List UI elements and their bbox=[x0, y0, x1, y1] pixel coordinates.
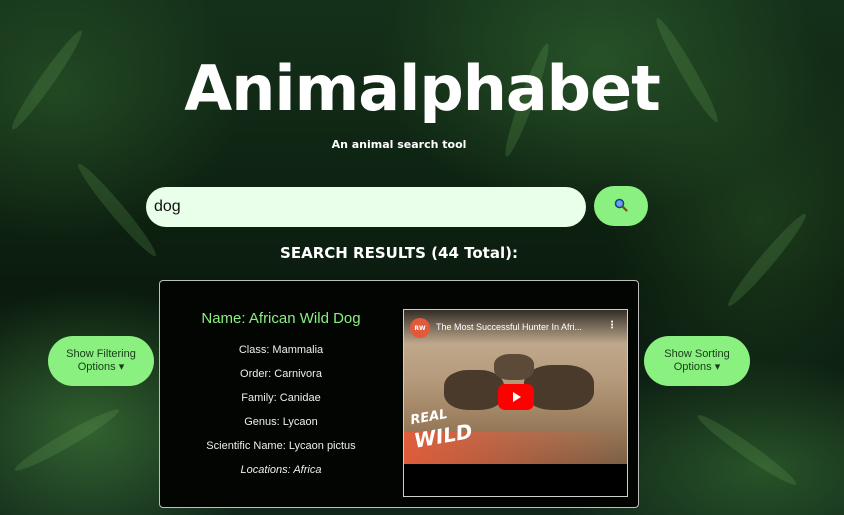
animal-order: Order: Carnivora bbox=[240, 368, 322, 380]
youtube-video-embed[interactable]: REAL WILD RW The Most Successful Hunter … bbox=[403, 309, 628, 497]
real-wild-logo: REAL WILD bbox=[409, 401, 474, 453]
animal-name: Name: African Wild Dog bbox=[201, 310, 361, 327]
animal-family: Family: Canidae bbox=[241, 392, 321, 404]
play-button[interactable] bbox=[498, 384, 534, 410]
search-button[interactable] bbox=[594, 186, 648, 226]
result-card: Name: African Wild Dog Class: Mammalia O… bbox=[159, 280, 639, 508]
fern-leaf bbox=[11, 403, 123, 477]
dog-silhouette bbox=[524, 365, 594, 410]
sort-label-line1: Show Sorting bbox=[664, 348, 730, 360]
page-subtitle: An animal search tool bbox=[331, 138, 467, 151]
play-icon bbox=[510, 388, 522, 407]
video-title[interactable]: The Most Successful Hunter In Afri... bbox=[436, 322, 596, 332]
results-heading: SEARCH RESULTS (44 Total): bbox=[280, 244, 518, 262]
kebab-menu-icon[interactable]: ⋮ bbox=[607, 320, 617, 331]
search-input[interactable] bbox=[146, 187, 586, 227]
sort-label-line2: Options ▾ bbox=[673, 361, 721, 373]
fern-leaf bbox=[693, 409, 801, 491]
animal-scientific-name: Scientific Name: Lycaon pictus bbox=[206, 440, 356, 452]
channel-avatar[interactable]: RW bbox=[410, 318, 430, 338]
show-filtering-options-button[interactable]: Show Filtering Options ▾ bbox=[48, 336, 154, 386]
magnifier-icon bbox=[614, 197, 628, 216]
video-top-bar: RW The Most Successful Hunter In Afri...… bbox=[404, 310, 627, 344]
filter-label-line2: Options ▾ bbox=[77, 361, 125, 373]
page-title: Animalphabet bbox=[184, 52, 661, 125]
filter-label-line1: Show Filtering bbox=[66, 348, 136, 360]
show-sorting-options-button[interactable]: Show Sorting Options ▾ bbox=[644, 336, 750, 386]
dog-silhouette bbox=[494, 354, 534, 380]
animal-locations: Locations: Africa bbox=[240, 464, 322, 476]
animal-genus: Genus: Lycaon bbox=[244, 416, 318, 428]
animal-class: Class: Mammalia bbox=[238, 344, 324, 356]
